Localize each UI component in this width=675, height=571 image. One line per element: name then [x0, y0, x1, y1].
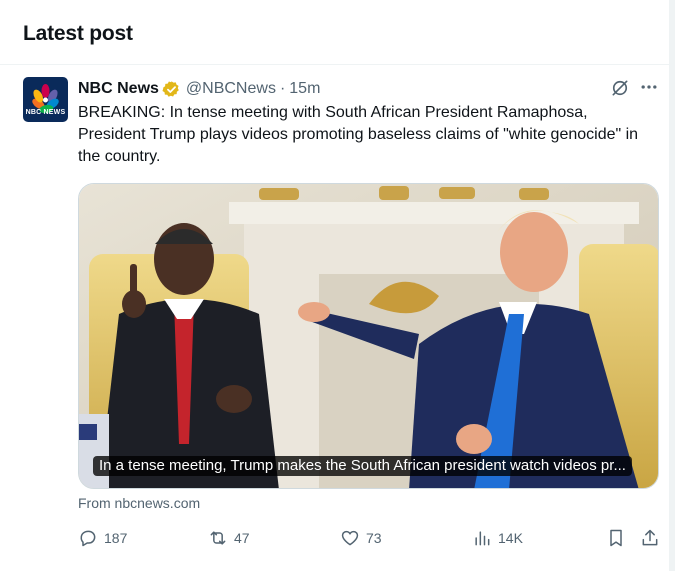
repost-count: 47 [234, 530, 250, 546]
avatar-logo-text: NBC NEWS [25, 109, 66, 116]
grok-icon[interactable] [610, 78, 630, 98]
bookmark-button[interactable] [606, 525, 632, 551]
verified-badge-icon[interactable] [162, 80, 181, 99]
reply-count: 187 [104, 530, 128, 546]
reply-button[interactable]: 187 [78, 525, 127, 551]
card-caption: In a tense meeting, Trump makes the Sout… [93, 456, 632, 476]
card-source[interactable]: From nbcnews.com [78, 495, 200, 511]
post-text: BREAKING: In tense meeting with South Af… [78, 104, 639, 165]
link-card[interactable]: In a tense meeting, Trump makes the Sout… [78, 183, 659, 489]
like-button[interactable]: 73 [340, 525, 382, 551]
post[interactable]: NBC NEWS NBC News @NBCNews · 15m BREAKIN… [0, 64, 669, 571]
post-time[interactable]: 15m [289, 80, 320, 98]
bookmark-icon [610, 529, 622, 547]
section-title: Latest post [23, 22, 133, 45]
like-count: 73 [366, 530, 382, 546]
avatar[interactable]: NBC NEWS [23, 77, 68, 122]
views-count: 14K [498, 530, 523, 546]
like-icon [341, 530, 359, 546]
card-photo [79, 184, 658, 488]
separator-dot: · [279, 80, 286, 97]
action-bar: 187 47 73 14K [78, 525, 668, 551]
views-icon [475, 531, 490, 546]
reply-icon [80, 530, 96, 547]
repost-icon [210, 531, 226, 545]
post-header: NBC News @NBCNews · 15m [78, 78, 320, 100]
views-button[interactable]: 14K [472, 525, 523, 551]
share-icon [642, 529, 658, 546]
repost-button[interactable]: 47 [208, 525, 250, 551]
scrollbar-track[interactable] [669, 0, 675, 571]
share-button[interactable] [640, 525, 666, 551]
author-handle[interactable]: @NBCNews [186, 80, 276, 98]
author-name[interactable]: NBC News [78, 80, 159, 98]
more-icon[interactable] [639, 77, 659, 97]
